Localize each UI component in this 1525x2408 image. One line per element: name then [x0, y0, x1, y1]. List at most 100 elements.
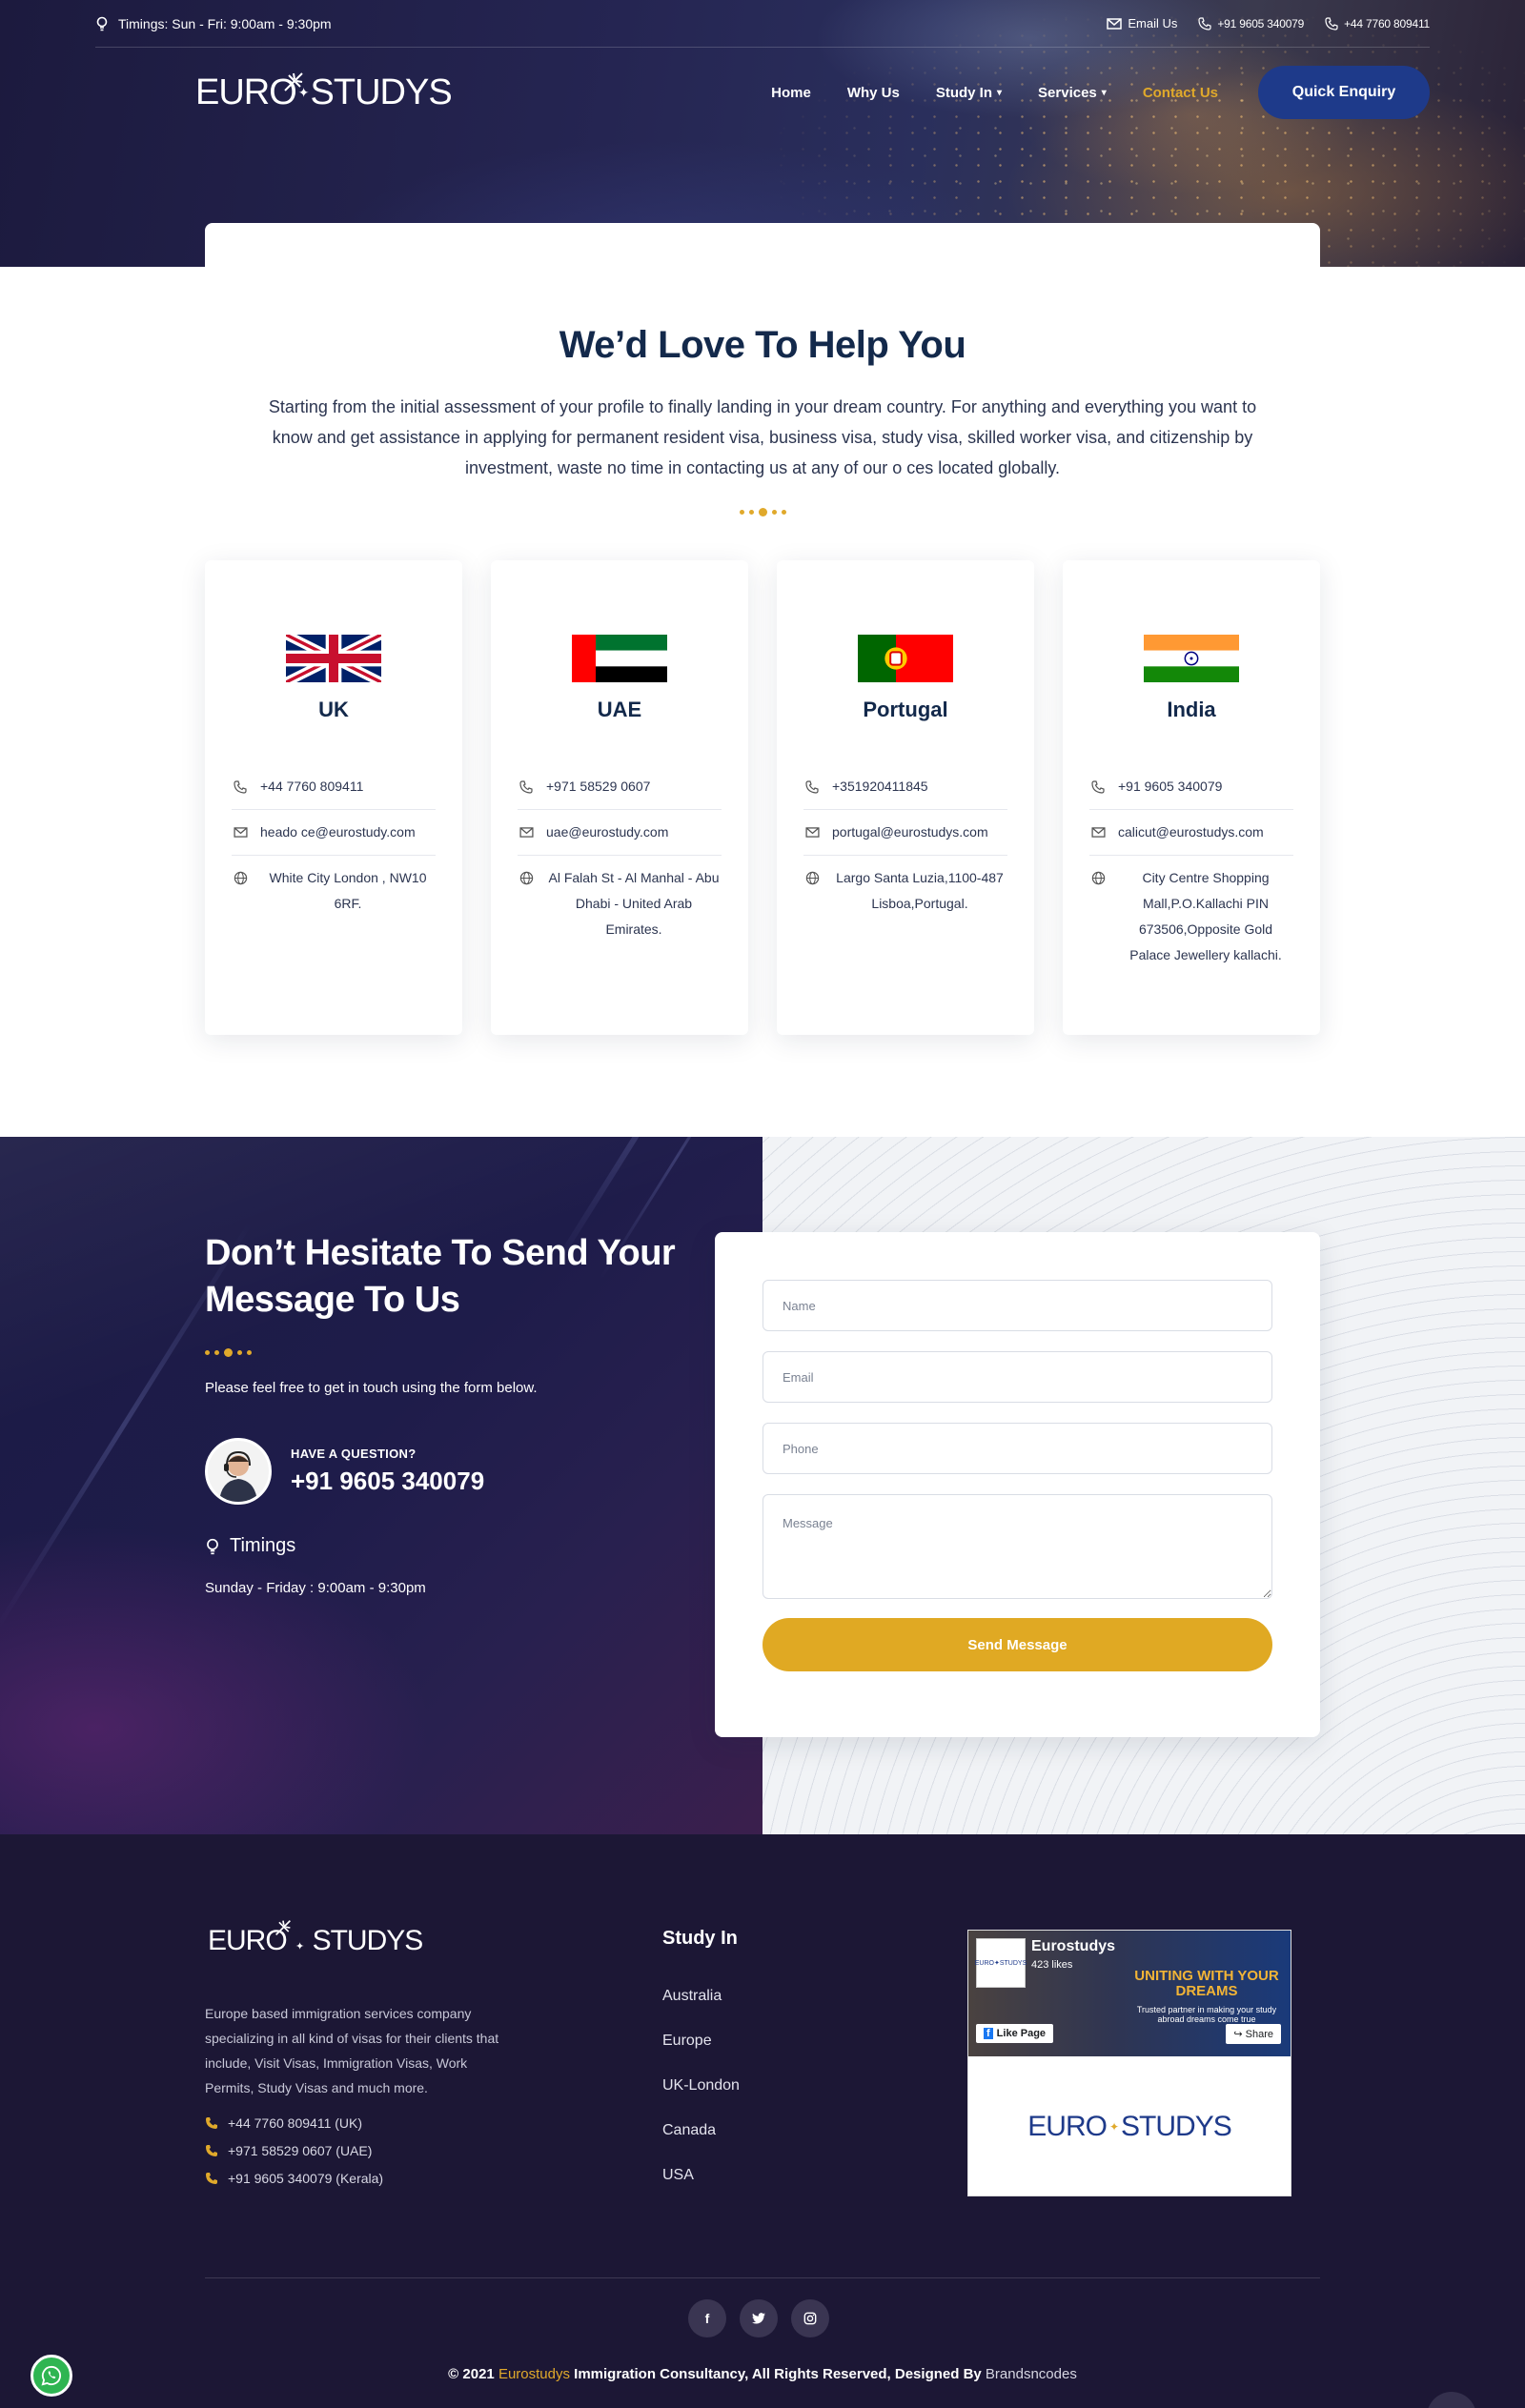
contact-title: Don’t Hesitate To Send Your Message To U…	[205, 1233, 676, 1320]
footer-logo[interactable]: EURO ✦ STUDYS	[208, 1920, 423, 1957]
office-card-india: India +91 9605 340079 calicut@eurostudys…	[1063, 560, 1320, 1035]
twitter-icon[interactable]	[740, 2299, 778, 2337]
contact-info: Don’t Hesitate To Send Your Message To U…	[205, 1230, 701, 1596]
footer-phone[interactable]: +971 58529 0607 (UAE)	[205, 2136, 383, 2164]
office-email[interactable]: uae@eurostudy.com	[518, 810, 722, 856]
question-label: HAVE A QUESTION?	[291, 1447, 417, 1461]
copyright-prefix: © 2021	[448, 2366, 495, 2382]
globe-icon	[803, 865, 821, 891]
office-phone-text: +91 9605 340079	[1118, 779, 1223, 794]
office-card-portugal: Portugal +351920411845 portugal@eurostud…	[777, 560, 1034, 1035]
contact-form: Send Message	[715, 1232, 1320, 1737]
share-icon: ↪	[1233, 2029, 1246, 2040]
timings-heading: Timings	[205, 1535, 701, 1557]
contact-section: Don’t Hesitate To Send Your Message To U…	[0, 1137, 1525, 1834]
site-footer: EURO ✦ STUDYS Europe based immigration s…	[0, 1834, 1525, 2408]
have-question-block: HAVE A QUESTION? +91 9605 340079	[205, 1438, 701, 1505]
support-agent-avatar	[205, 1438, 272, 1505]
logo-star-icon: ✦	[295, 1941, 304, 1953]
nav-why-us-label: Why Us	[846, 84, 900, 101]
instagram-icon[interactable]	[791, 2299, 829, 2337]
copyright: © 2021 Eurostudys Immigration Consultanc…	[0, 2366, 1525, 2382]
mail-icon	[803, 820, 821, 845]
nav-services[interactable]: Services ▾	[1038, 85, 1107, 101]
office-email[interactable]: calicut@eurostudys.com	[1089, 810, 1293, 856]
phone-india-text: +91 9605 340079	[1217, 16, 1305, 30]
phone-uk-link[interactable]: +44 7760 809411	[1325, 17, 1430, 30]
study-in-link[interactable]: UK-London	[662, 2077, 740, 2122]
study-in-link[interactable]: Canada	[662, 2122, 740, 2167]
study-in-title: Study In	[662, 1928, 738, 1949]
email-us-link[interactable]: Email Us	[1107, 16, 1177, 30]
office-email-text: heado ce@eurostudy.com	[260, 824, 416, 840]
location-bulb-icon	[205, 1538, 220, 1555]
office-email[interactable]: portugal@eurostudys.com	[803, 810, 1007, 856]
nav-home[interactable]: Home	[771, 85, 811, 101]
office-address-text: City Centre Shopping Mall,P.O.Kallachi P…	[1129, 870, 1282, 962]
footer-phones: +44 7760 809411 (UK) +971 58529 0607 (UA…	[205, 2109, 383, 2192]
office-phone-text: +44 7760 809411	[260, 779, 364, 794]
office-card-uae: UAE +971 58529 0607 uae@eurostudy.com Al…	[491, 560, 748, 1035]
facebook-cover: EURO✦STUDYS Eurostudys 423 likes UNITING…	[968, 1931, 1291, 2056]
study-in-link[interactable]: Australia	[662, 1988, 740, 2033]
office-email-text: portugal@eurostudys.com	[832, 824, 988, 840]
designer-link[interactable]: Brandsncodes	[986, 2366, 1077, 2382]
quick-enquiry-button[interactable]: Quick Enquiry	[1258, 66, 1430, 119]
office-country: India	[1167, 698, 1216, 721]
nav-why-us[interactable]: Why Us	[847, 85, 900, 101]
facebook-like-button[interactable]: f Like Page	[976, 2024, 1054, 2043]
study-in-link[interactable]: Europe	[662, 2033, 740, 2077]
facebook-likes: 423 likes	[1031, 1959, 1073, 1971]
facebook-share-button[interactable]: ↪ Share	[1226, 2024, 1281, 2044]
uae-flag-icon	[572, 635, 667, 682]
footer-phone-text: +44 7760 809411 (UK)	[228, 2115, 363, 2131]
help-title: We’d Love To Help You	[559, 324, 966, 366]
question-phone[interactable]: +91 9605 340079	[291, 1467, 484, 1496]
office-email[interactable]: heado ce@eurostudy.com	[232, 810, 436, 856]
office-address-text: Largo Santa Luzia,1100-487 Lisboa,Portug…	[836, 870, 1004, 911]
name-input[interactable]	[762, 1280, 1272, 1331]
top-bar: Timings: Sun - Fri: 9:00am - 9:30pm Emai…	[95, 0, 1430, 48]
footer-study-in: Study In Australia Europe UK-London Cana…	[662, 1928, 740, 2212]
message-input[interactable]	[762, 1494, 1272, 1599]
email-input[interactable]	[762, 1351, 1272, 1403]
office-phone[interactable]: +44 7760 809411	[232, 764, 436, 810]
nav-study-in[interactable]: Study In ▾	[936, 85, 1002, 101]
copyright-brand-link[interactable]: Eurostudys	[498, 2366, 570, 2382]
chevron-down-icon: ▾	[1101, 87, 1107, 98]
office-cards: UK +44 7760 809411 heado ce@eurostudy.co…	[205, 560, 1320, 1035]
office-phone[interactable]: +91 9605 340079	[1089, 764, 1293, 810]
phone-input[interactable]	[762, 1423, 1272, 1474]
phone-icon	[1325, 16, 1338, 30]
site-logo[interactable]: EURO ✦ STUDYS	[195, 71, 453, 113]
facebook-icon[interactable]: f	[688, 2299, 726, 2337]
office-address: Largo Santa Luzia,1100-487 Lisboa,Portug…	[803, 856, 1007, 926]
office-address-text: White City London , NW10 6RF.	[269, 870, 427, 911]
study-in-link[interactable]: USA	[662, 2167, 740, 2212]
whatsapp-chat-button[interactable]	[30, 2355, 72, 2397]
mail-icon	[518, 820, 535, 845]
logo-text-left: EURO	[195, 71, 297, 112]
office-phone[interactable]: +351920411845	[803, 764, 1007, 810]
facebook-page-name[interactable]: Eurostudys	[1031, 1938, 1115, 1955]
mail-icon	[232, 820, 249, 845]
phone-india-link[interactable]: +91 9605 340079	[1198, 17, 1304, 30]
nav-contact-us[interactable]: Contact Us	[1143, 85, 1218, 101]
facebook-page-widget[interactable]: EURO✦STUDYS Eurostudys 423 likes UNITING…	[967, 1930, 1291, 2196]
office-email-text: uae@eurostudy.com	[546, 824, 669, 840]
office-country: UAE	[597, 698, 642, 721]
social-links: f	[688, 2299, 829, 2337]
nav-study-in-label: Study In	[935, 84, 993, 101]
nav-home-label: Home	[771, 84, 811, 101]
office-phone-text: +351920411845	[832, 779, 928, 794]
footer-phone[interactable]: +91 9605 340079 (Kerala)	[205, 2164, 383, 2192]
timings-title: Timings	[230, 1535, 296, 1556]
fb-logo-right: STUDYS	[1121, 2111, 1232, 2142]
office-phone[interactable]: +971 58529 0607	[518, 764, 722, 810]
office-country: Portugal	[863, 698, 948, 721]
send-message-button[interactable]: Send Message	[762, 1618, 1272, 1671]
timings-info: Timings: Sun - Fri: 9:00am - 9:30pm	[95, 16, 332, 31]
phone-icon	[518, 774, 535, 799]
facebook-cover-tagline: UNITING WITH YOUR DREAMS	[1134, 1968, 1279, 1999]
footer-phone[interactable]: +44 7760 809411 (UK)	[205, 2109, 383, 2136]
